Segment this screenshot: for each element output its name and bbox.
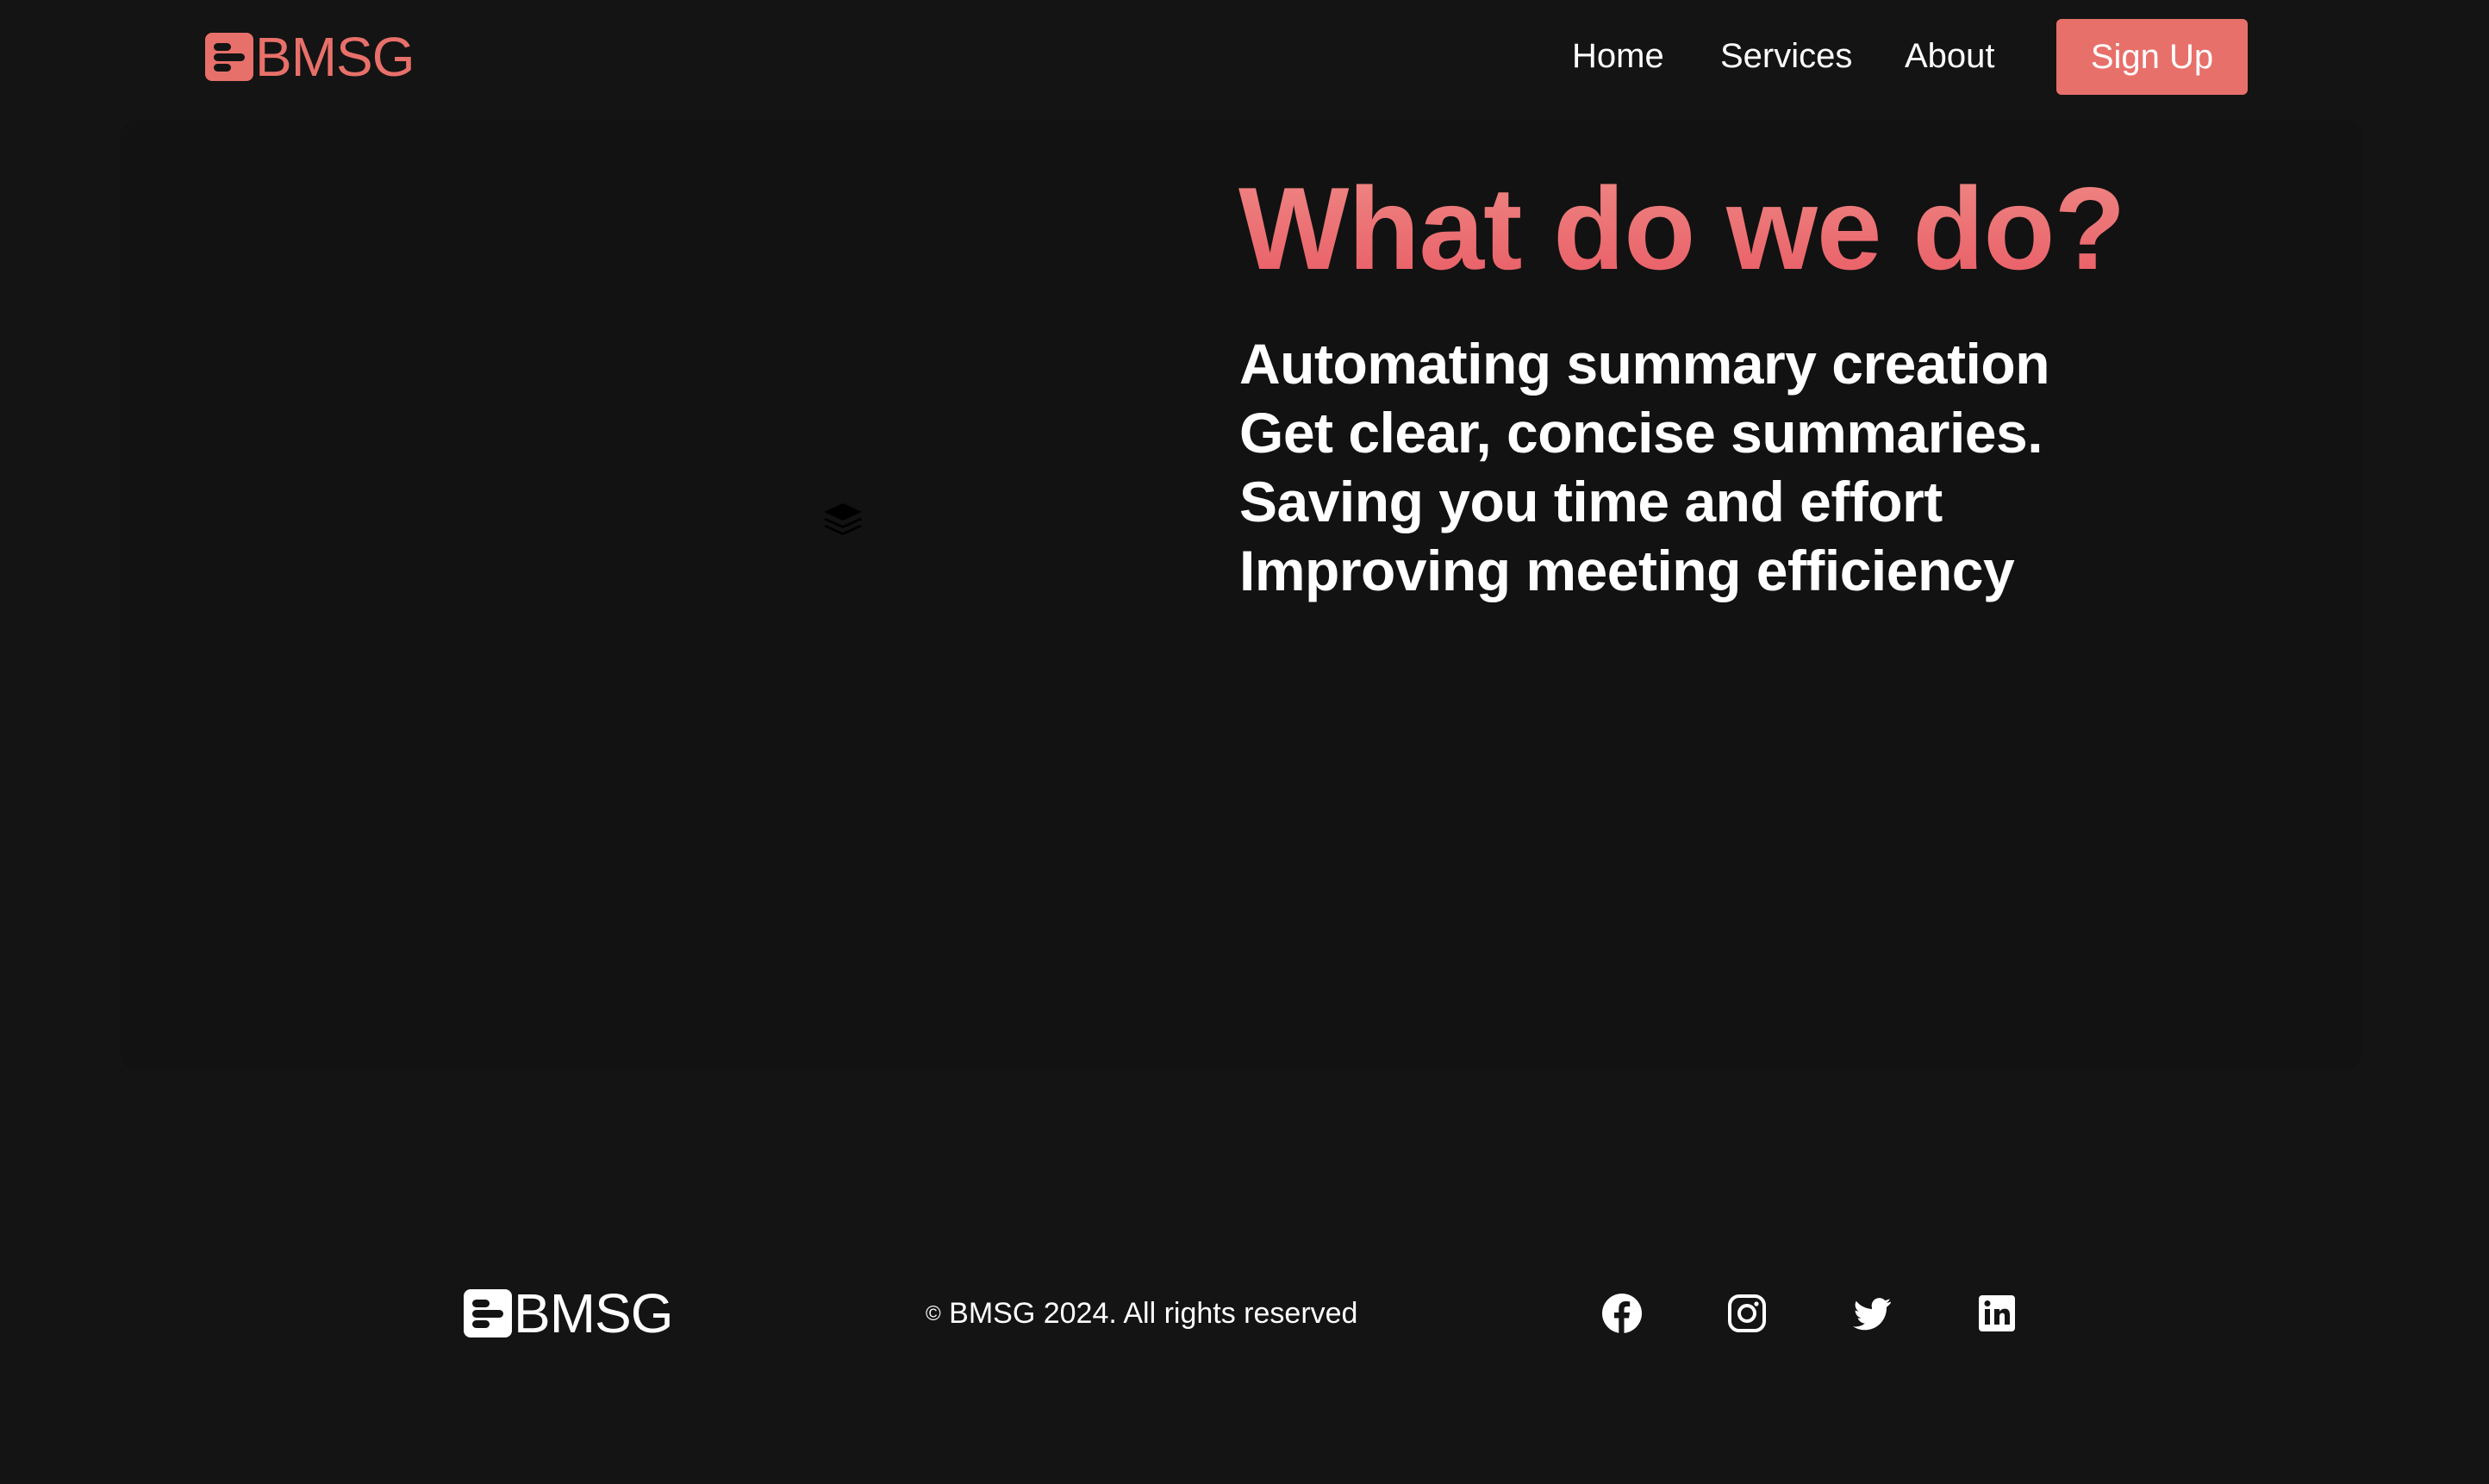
feature-item: Improving meeting efficiency	[1239, 539, 2015, 602]
footer: BMSG © BMSG 2024. All rights reserved	[0, 1224, 2489, 1396]
page: BMSG Home Services About Sign Up What do…	[0, 0, 2489, 1484]
footer-logo-text: BMSG	[514, 1282, 673, 1344]
feature-item: Saving you time and effort	[1239, 470, 1943, 533]
hero-title: What do we do?	[1238, 159, 2126, 297]
footer-logo[interactable]: BMSG	[464, 1282, 673, 1344]
logo-mark-icon	[205, 33, 253, 81]
linkedin-icon[interactable]	[1976, 1293, 2018, 1334]
instagram-icon[interactable]	[1726, 1293, 1768, 1334]
nav-link-about[interactable]: About	[1905, 34, 1995, 78]
twitter-icon[interactable]	[1851, 1293, 1893, 1334]
logo-text: BMSG	[255, 26, 415, 88]
facebook-icon[interactable]	[1601, 1293, 1643, 1334]
nav-link-services[interactable]: Services	[1720, 34, 1852, 78]
feature-list: Automating summary creation Get clear, c…	[1239, 329, 2050, 605]
header-logo[interactable]: BMSG	[205, 26, 415, 88]
feature-item: Automating summary creation	[1239, 332, 2050, 396]
navbar: BMSG Home Services About Sign Up	[0, 0, 2489, 114]
logo-mark-icon	[464, 1289, 512, 1337]
feature-item: Get clear, concise summaries.	[1239, 401, 2043, 465]
nav-link-home[interactable]: Home	[1572, 34, 1664, 78]
sign-up-button[interactable]: Sign Up	[2056, 19, 2248, 95]
copyright-symbol: ©	[926, 1302, 941, 1325]
layers-icon	[820, 502, 865, 536]
copyright-label: BMSG 2024. All rights reserved	[949, 1297, 1358, 1330]
copyright-text: © BMSG 2024. All rights reserved	[926, 1294, 1357, 1333]
